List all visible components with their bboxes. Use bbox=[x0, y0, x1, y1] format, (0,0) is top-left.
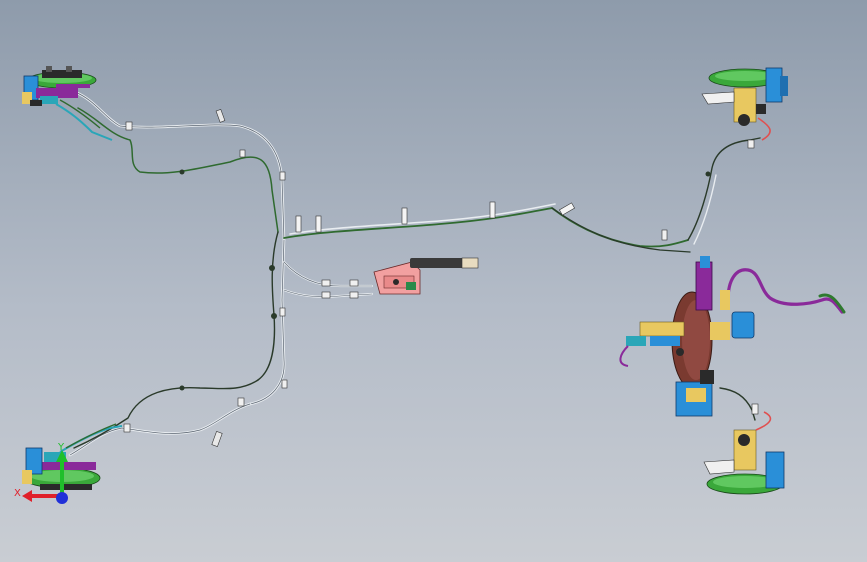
brake-lines bbox=[68, 90, 846, 457]
purple-tube bbox=[726, 268, 844, 314]
brake-system-model[interactable]: X Y bbox=[0, 0, 867, 562]
x-axis-label: X bbox=[14, 488, 21, 499]
parking-brake-lever[interactable] bbox=[373, 257, 479, 295]
cad-viewport[interactable]: X Y bbox=[0, 0, 867, 562]
rear-right-brake-corner[interactable] bbox=[703, 411, 785, 495]
z-axis-dot bbox=[56, 492, 68, 504]
front-left-brake-corner[interactable] bbox=[22, 66, 113, 141]
y-axis-label: Y bbox=[57, 442, 65, 453]
line-clips bbox=[123, 108, 759, 447]
brake-line-lower-left bbox=[68, 402, 252, 457]
front-right-brake-corner[interactable] bbox=[701, 67, 788, 141]
brake-line-upper-left bbox=[73, 90, 286, 242]
